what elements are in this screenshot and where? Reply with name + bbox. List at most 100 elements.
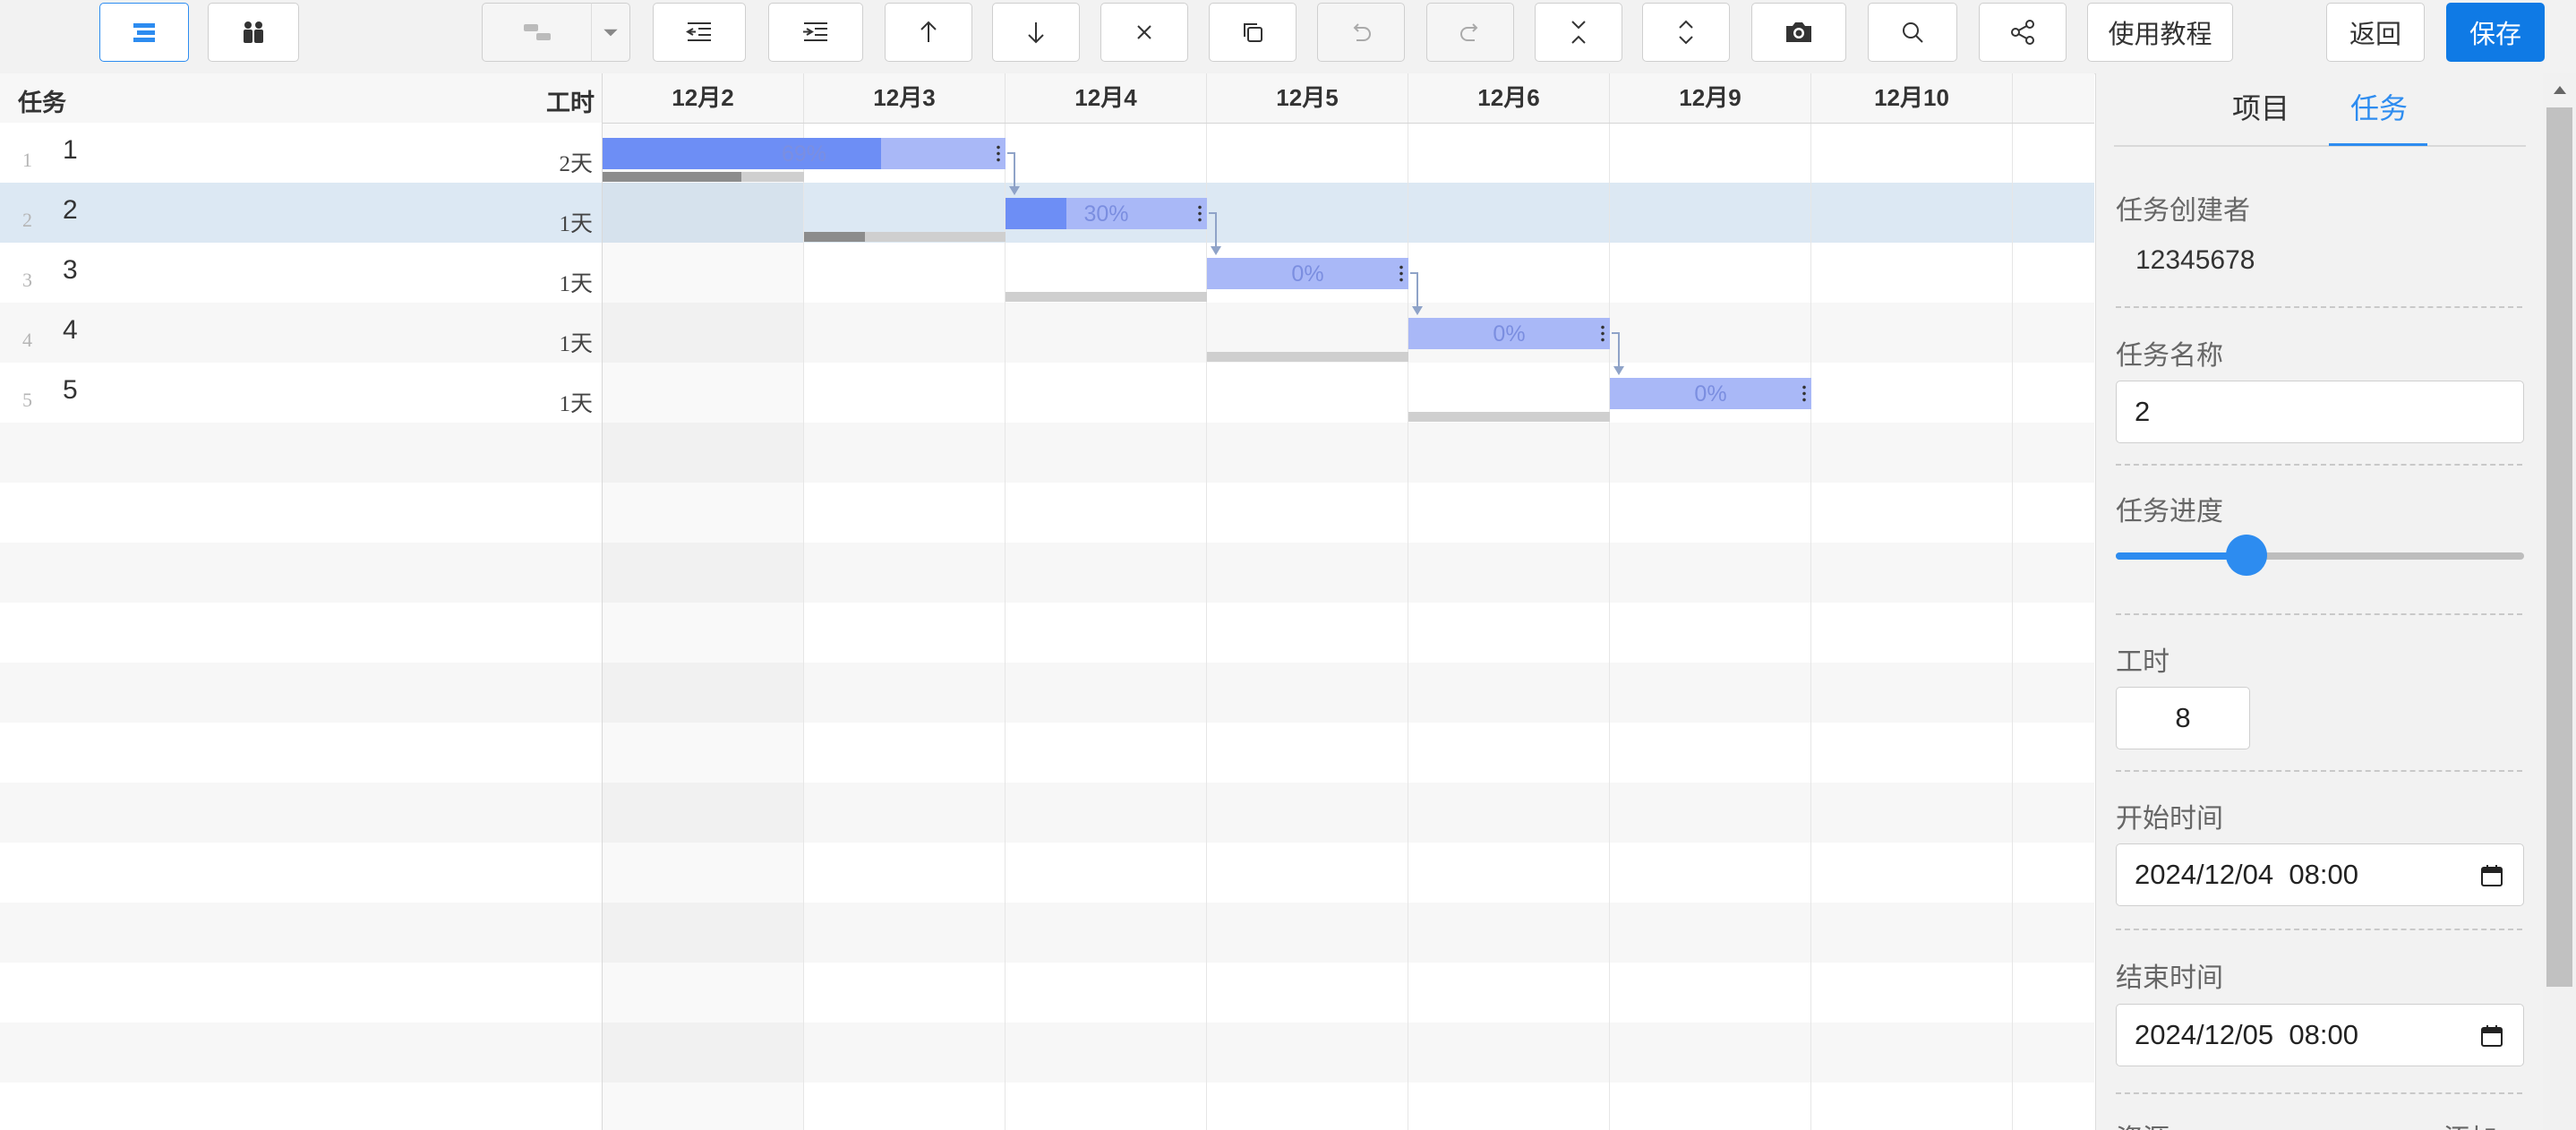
divider <box>2116 929 2522 930</box>
people-icon <box>244 21 263 43</box>
resources-label: 资源 <box>2116 1117 2169 1130</box>
hours-input[interactable]: 8 <box>2116 687 2250 749</box>
scroll-up-arrow-icon[interactable] <box>2554 86 2566 94</box>
share-icon <box>2011 20 2034 45</box>
start-time-input[interactable]: 2024/12/04 08:00 <box>2116 843 2524 906</box>
arrow-down-icon <box>1028 22 1044 44</box>
redo-icon <box>1460 23 1478 41</box>
empty-row <box>0 543 602 603</box>
start-time-value: 2024/12/04 08:00 <box>2135 859 2358 890</box>
row-index: 5 <box>22 389 32 411</box>
task-name: 3 <box>63 255 78 285</box>
empty-row <box>0 663 602 723</box>
outdent-button[interactable] <box>653 3 746 62</box>
undo-button[interactable] <box>1317 3 1405 62</box>
vertical-scrollbar[interactable] <box>2543 73 2576 1130</box>
end-time-input[interactable]: 2024/12/05 08:00 <box>2116 1004 2524 1066</box>
save-button[interactable]: 保存 <box>2446 3 2545 62</box>
empty-row <box>0 1023 602 1083</box>
empty-row <box>0 723 602 783</box>
task-column-header[interactable]: 任务 <box>18 83 66 118</box>
dependency-link[interactable] <box>1007 152 1015 188</box>
task-duration: 2天 <box>559 152 593 176</box>
row-index: 2 <box>22 209 32 231</box>
scrollbar-thumb[interactable] <box>2546 107 2572 987</box>
divider <box>2116 1092 2522 1094</box>
task-name: 5 <box>63 375 78 405</box>
move-down-button[interactable] <box>992 3 1080 62</box>
indent-button[interactable] <box>768 3 863 62</box>
move-up-button[interactable] <box>885 3 972 62</box>
empty-row <box>0 603 602 663</box>
table-row[interactable]: 3 3 1天 <box>0 243 602 303</box>
row-index: 1 <box>22 149 32 171</box>
end-time-value: 2024/12/05 08:00 <box>2135 1019 2358 1050</box>
dependency-arrow-icon <box>1009 186 1020 195</box>
dependency-type-button[interactable] <box>482 3 593 62</box>
screenshot-button[interactable] <box>1751 3 1846 62</box>
search-icon <box>1903 22 1923 43</box>
table-row[interactable]: 1 1 2天 <box>0 123 602 183</box>
tutorial-button[interactable]: 使用教程 <box>2087 3 2233 62</box>
add-resource-link[interactable]: 添加 <box>2443 1117 2497 1130</box>
empty-row <box>0 483 602 543</box>
dependency-arrow-icon <box>1613 366 1624 375</box>
progress-label: 任务进度 <box>2116 497 2223 526</box>
row-index: 3 <box>22 269 32 291</box>
search-button[interactable] <box>1868 3 1957 62</box>
table-row[interactable]: 4 4 1天 <box>0 303 602 363</box>
duration-column-header[interactable]: 工时 <box>546 83 595 118</box>
delete-button[interactable] <box>1100 3 1188 62</box>
close-icon <box>1137 25 1151 39</box>
arrow-up-icon <box>920 21 937 42</box>
dependency-arrow-icon <box>1211 246 1221 255</box>
calendar-icon[interactable] <box>2480 1024 2503 1048</box>
expand-icon <box>1679 20 1693 45</box>
dependency-link[interactable] <box>1612 332 1620 368</box>
back-button[interactable]: 返回 <box>2326 3 2425 62</box>
dependency-dropdown-button[interactable] <box>591 3 630 62</box>
collapse-all-button[interactable] <box>1535 3 1622 62</box>
list-view-button[interactable] <box>99 3 189 62</box>
tab-divider <box>2114 145 2526 147</box>
divider <box>2116 613 2522 615</box>
task-name-label: 任务名称 <box>2116 341 2223 371</box>
copy-button[interactable] <box>1209 3 1297 62</box>
progress-slider-handle[interactable] <box>2225 535 2267 576</box>
toolbar: 使用教程 返回 保存 <box>0 0 2576 74</box>
tab-task[interactable]: 任务 <box>2350 86 2408 127</box>
table-row[interactable]: 2 2 1天 <box>0 183 602 243</box>
hours-label: 工时 <box>2116 647 2169 677</box>
divider <box>2116 770 2522 772</box>
dependency-link[interactable] <box>1209 212 1217 248</box>
creator-label: 任务创建者 <box>2116 196 2250 226</box>
copy-icon <box>1244 23 1262 42</box>
task-duration: 1天 <box>559 212 593 236</box>
share-button[interactable] <box>1979 3 2067 62</box>
calendar-icon[interactable] <box>2480 864 2503 887</box>
table-row[interactable]: 5 5 1天 <box>0 363 602 423</box>
dependency-link[interactable] <box>1410 272 1418 308</box>
camera-icon <box>1786 22 1811 42</box>
expand-all-button[interactable] <box>1642 3 1730 62</box>
list-view-icon <box>133 23 155 42</box>
progress-slider[interactable] <box>2116 535 2524 576</box>
resource-view-button[interactable] <box>208 3 299 62</box>
task-name: 4 <box>63 315 78 345</box>
dependency-arrow-icon <box>1412 306 1423 315</box>
task-name-input[interactable]: 2 <box>2116 381 2524 443</box>
tab-project[interactable]: 项目 <box>2232 86 2289 127</box>
empty-row <box>0 1083 602 1130</box>
indent-icon <box>803 22 827 41</box>
empty-row <box>0 423 602 483</box>
task-duration: 1天 <box>559 272 593 296</box>
empty-row <box>0 963 602 1023</box>
divider <box>2116 306 2522 308</box>
dropdown-arrow-icon <box>603 29 618 37</box>
dependency-type-icon <box>524 24 551 40</box>
start-time-label: 开始时间 <box>2116 804 2223 834</box>
redo-button[interactable] <box>1426 3 1514 62</box>
outdent-icon <box>686 22 711 41</box>
undo-icon <box>1353 23 1371 41</box>
dependency-links <box>1007 152 1624 375</box>
